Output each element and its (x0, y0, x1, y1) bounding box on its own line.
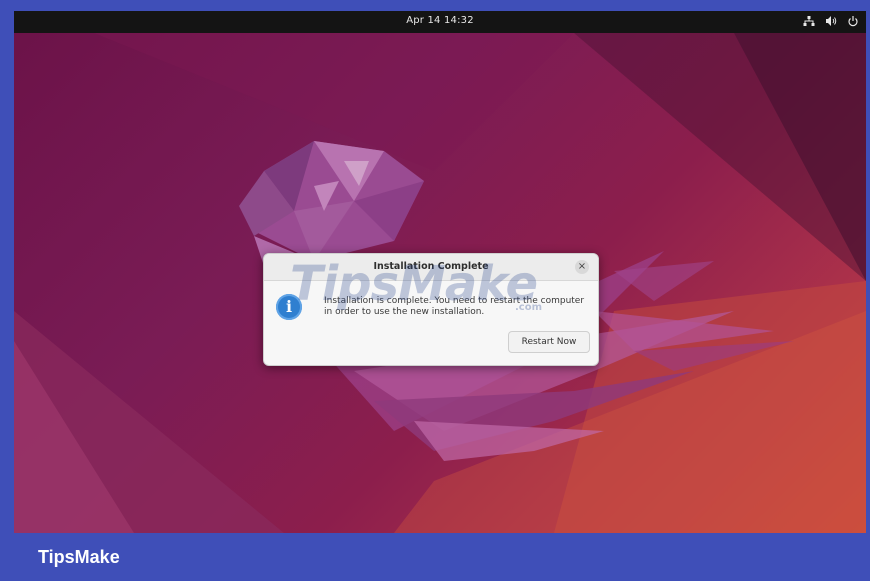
info-icon: i (276, 294, 302, 320)
system-tray[interactable] (802, 14, 860, 28)
brand-label: TipsMake (38, 547, 120, 567)
message-line-1: Installation is complete. You need to re… (324, 296, 585, 306)
clock[interactable]: Apr 14 14:32 (14, 15, 866, 26)
dialog-title: Installation Complete (373, 261, 489, 272)
network-icon[interactable] (802, 14, 816, 28)
power-icon[interactable] (846, 14, 860, 28)
restart-now-button[interactable]: Restart Now (508, 331, 590, 353)
close-button[interactable]: × (575, 260, 589, 274)
message-line-2: in order to use the new installation. (324, 307, 485, 317)
close-icon: × (577, 261, 587, 272)
brand-bar: TipsMake (0, 533, 870, 581)
top-bar: Apr 14 14:32 (14, 11, 866, 33)
dialog-message: Installation is complete. You need to re… (324, 296, 592, 318)
dialog-header: Installation Complete × (264, 254, 598, 281)
volume-icon[interactable] (824, 14, 838, 28)
installation-complete-dialog: Installation Complete × i Installation i… (263, 253, 599, 366)
